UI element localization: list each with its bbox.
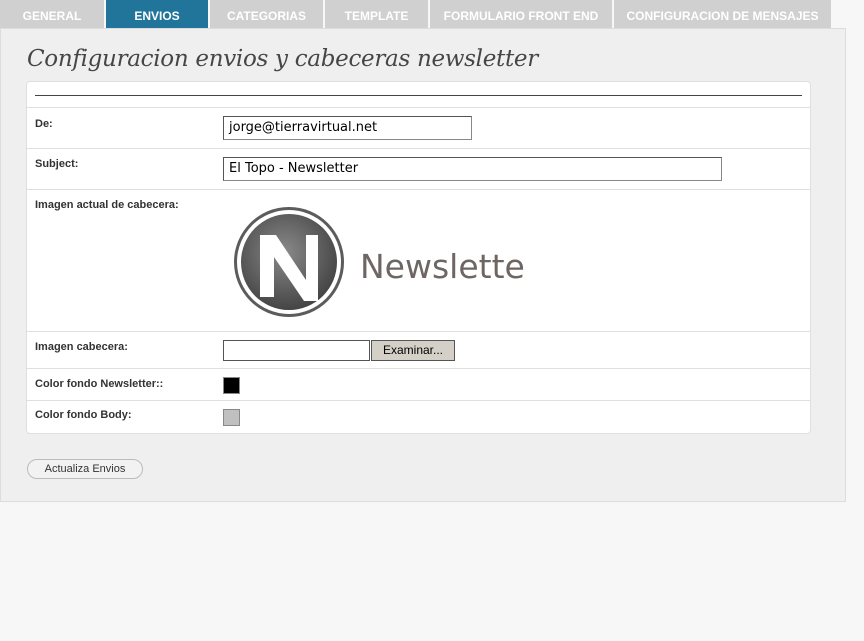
row-subject: Subject: El Topo - Newsletter — [27, 148, 810, 189]
newsletter-header-image: Newsletter — [232, 205, 539, 320]
subject-input[interactable]: El Topo - Newsletter — [223, 157, 722, 181]
settings-panel: Configuracion envios y cabeceras newslet… — [0, 28, 846, 502]
form-table: De: jorge@tierravirtual.net Subject: El … — [26, 81, 811, 434]
row-header-upload: Imagen cabecera: Examinar... — [27, 331, 810, 368]
row-current-header: Imagen actual de cabecera: Newsletter — [27, 189, 810, 331]
title-divider — [35, 95, 802, 96]
tab-envios[interactable]: ENVIOS — [106, 0, 208, 28]
from-label: De: — [35, 118, 53, 130]
subject-label: Subject: — [35, 158, 79, 170]
header-file-input[interactable] — [223, 340, 370, 361]
row-newsletter-bg: Color fondo Newsletter:: — [27, 368, 810, 400]
body-bg-color-swatch[interactable] — [223, 409, 240, 426]
update-envios-button[interactable]: Actualiza Envios — [27, 459, 143, 479]
from-email-input[interactable]: jorge@tierravirtual.net — [223, 116, 472, 140]
header-image-text: Newsletter — [360, 247, 527, 286]
newsletter-logo-icon: Newsletter — [234, 207, 539, 317]
tab-configuracion-de-mensajes[interactable]: CONFIGURACION DE MENSAJES — [614, 0, 831, 28]
current-header-label: Imagen actual de cabecera: — [35, 199, 179, 211]
tab-formulario-front-end[interactable]: FORMULARIO FRONT END — [430, 0, 612, 28]
tab-general[interactable]: GENERAL — [0, 0, 104, 28]
row-body-bg: Color fondo Body: — [27, 400, 810, 433]
body-bg-label: Color fondo Body: — [35, 409, 132, 421]
tab-categorias[interactable]: CATEGORIAS — [210, 0, 323, 28]
row-from: De: jorge@tierravirtual.net — [27, 107, 810, 148]
page-title: Configuracion envios y cabeceras newslet… — [27, 46, 538, 72]
browse-button[interactable]: Examinar... — [371, 340, 455, 361]
header-upload-label: Imagen cabecera: — [35, 341, 128, 353]
newsletter-bg-color-swatch[interactable] — [223, 377, 240, 394]
tab-bar: GENERAL ENVIOS CATEGORIAS TEMPLATE FORMU… — [0, 0, 864, 28]
newsletter-bg-label: Color fondo Newsletter:: — [35, 378, 164, 390]
tab-template[interactable]: TEMPLATE — [325, 0, 428, 28]
